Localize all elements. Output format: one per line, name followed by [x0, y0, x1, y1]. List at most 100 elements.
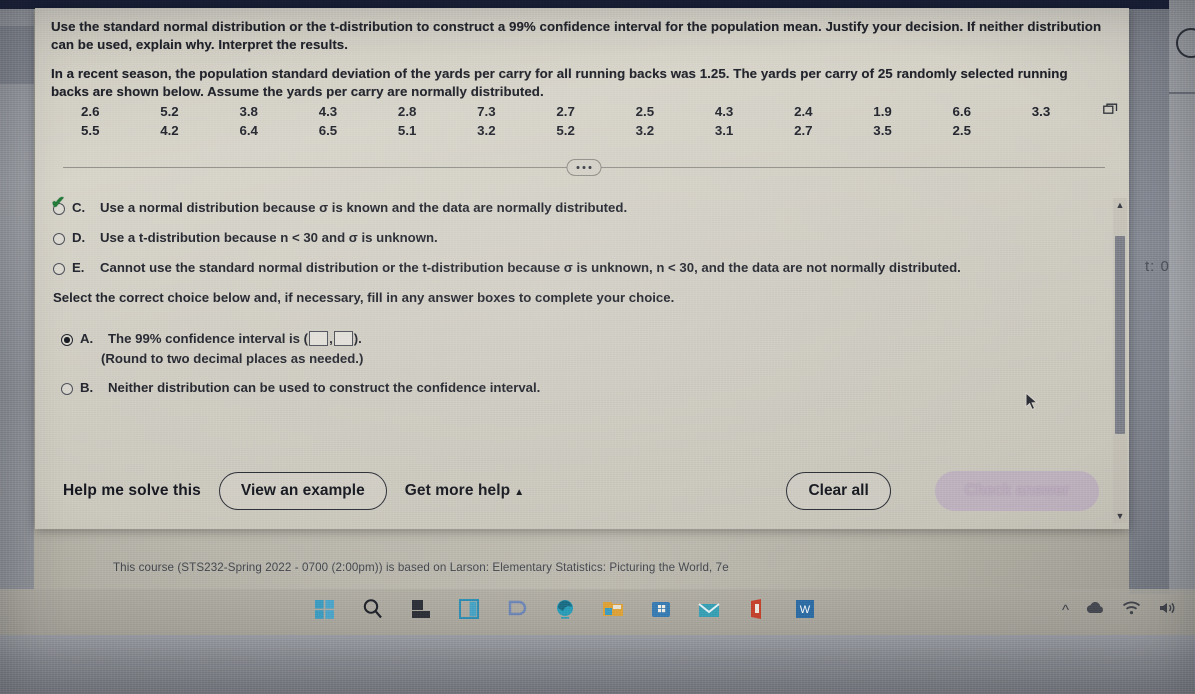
choice-option-b[interactable]: B. Neither distribution can be used to c…	[61, 380, 1113, 396]
question-prompt-line1: Use the standard normal distribution or …	[51, 19, 1102, 34]
ghost-status-text: t: 0	[1145, 258, 1170, 275]
data-cell: 5.2	[556, 123, 575, 138]
mail-icon[interactable]	[696, 596, 722, 622]
question-prompt: Use the standard normal distribution or …	[51, 18, 1119, 53]
choice-text: Cannot use the standard normal distribut…	[100, 260, 961, 275]
question-context: In a recent season, the population stand…	[51, 65, 1111, 100]
expand-ellipsis-button[interactable]	[566, 159, 602, 176]
data-cell: 5.2	[160, 104, 179, 119]
radio-button-e[interactable]	[53, 263, 65, 275]
choice-text-a: The 99% confidence interval is (,).	[108, 331, 362, 347]
data-cell: 3.2	[635, 123, 655, 138]
data-cell: 5.5	[81, 123, 100, 138]
data-cell: 7.3	[477, 104, 496, 119]
answer-box-upper[interactable]	[333, 331, 353, 346]
desktop-left-panel-shade	[0, 26, 34, 84]
task-view-icon[interactable]	[408, 596, 434, 622]
show-hidden-icons-chevron[interactable]: ^	[1062, 602, 1069, 619]
choice-option-c[interactable]: ✔ C. Use a normal distribution because σ…	[51, 194, 1113, 216]
mouse-cursor	[1025, 391, 1039, 412]
choice-letter: B.	[80, 380, 94, 395]
choice-text: Use a t-distribution because n < 30 and …	[100, 230, 438, 245]
scroll-down-arrow-icon[interactable]: ▼	[1115, 511, 1125, 521]
choice-option-e[interactable]: E. Cannot use the standard normal distri…	[53, 260, 1113, 276]
task-view-icon-svg	[412, 600, 430, 618]
volume-icon[interactable]	[1158, 601, 1177, 619]
interval-text-after: ).	[353, 331, 362, 346]
store-icon-svg	[652, 602, 670, 617]
wifi-icon-svg	[1122, 601, 1141, 615]
choice-option-d[interactable]: D. Use a t-distribution because n < 30 a…	[53, 230, 1113, 246]
data-cell: 3.5	[873, 123, 892, 138]
data-cell	[1030, 121, 1109, 140]
question-context-line2: backs are shown below. Assume the yards …	[51, 83, 544, 99]
data-cell: 4.3	[714, 104, 734, 119]
answer-box-lower[interactable]	[309, 331, 329, 346]
interval-text-before: The 99% confidence interval is (	[108, 331, 309, 346]
desktop-bottom-strip	[0, 635, 1195, 694]
desktop-left-panel	[0, 9, 34, 589]
check-answer-button[interactable]: Check answer	[934, 471, 1099, 511]
windows-start-icon[interactable]	[312, 596, 338, 622]
scrollbar-thumb[interactable]	[1115, 236, 1125, 434]
ellipsis-dot	[576, 166, 580, 169]
data-cell: 2.7	[794, 123, 813, 138]
desktop-right-panel	[1129, 9, 1169, 594]
windows-taskbar: W ^	[0, 589, 1195, 635]
office-icon[interactable]	[744, 596, 770, 622]
cursor-arrow-icon	[1025, 391, 1039, 411]
taskbar-icon-group: W	[312, 596, 818, 622]
desktop-far-right-strip	[1169, 0, 1195, 594]
get-more-help-button[interactable]: Get more help ▲	[405, 482, 525, 500]
help-me-solve-this-button[interactable]: Help me solve this	[63, 482, 201, 500]
data-cell: 6.5	[318, 123, 338, 138]
file-explorer-icon[interactable]	[600, 596, 626, 622]
radio-button-d[interactable]	[53, 233, 65, 245]
radio-button-a[interactable]	[61, 334, 73, 346]
mail-icon-svg	[698, 603, 720, 617]
rounding-note: (Round to two decimal places as needed.)	[101, 351, 364, 366]
choice-option-a[interactable]: A. The 99% confidence interval is (,).	[61, 331, 1113, 347]
window-vertical-scrollbar[interactable]: ▲ ▼	[1113, 198, 1127, 523]
microsoft-store-icon[interactable]	[648, 596, 674, 622]
choice-text: Use a normal distribution because σ is k…	[100, 200, 628, 215]
search-icon-svg	[363, 599, 382, 619]
ellipsis-dot	[588, 166, 592, 169]
yards-per-carry-data-table: 2.6 5.2 3.8 4.3 2.8 7.3 2.7 2.5 4.3 2.4 …	[79, 102, 1109, 140]
data-cell: 2.6	[81, 104, 100, 119]
file-explorer-icon-svg	[603, 602, 623, 616]
word-icon-svg: W	[796, 600, 814, 618]
interval-separator: ,	[329, 331, 333, 346]
choice-letter: E.	[72, 260, 85, 275]
question-prompt-line2: can be used, explain why. Interpret the …	[51, 36, 348, 52]
wifi-icon[interactable]	[1122, 601, 1141, 619]
choice-letter: D.	[72, 230, 86, 245]
distribution-choice-group: ✔ C. Use a normal distribution because σ…	[51, 194, 1113, 276]
data-cell: 2.8	[397, 104, 417, 119]
system-tray: ^	[1062, 601, 1177, 619]
copy-to-clipboard-icon[interactable]	[1103, 103, 1118, 116]
svg-text:W: W	[800, 604, 811, 616]
widgets-icon[interactable]	[456, 596, 482, 622]
onedrive-cloud-icon[interactable]	[1086, 601, 1105, 619]
chat-teams-icon[interactable]	[504, 596, 530, 622]
correct-check-icon: ✔	[51, 193, 66, 212]
action-button-bar: Help me solve this View an example Get m…	[63, 471, 1099, 511]
homework-question-window: Use the standard normal distribution or …	[35, 8, 1129, 529]
radio-button-b[interactable]	[61, 383, 73, 395]
section-divider	[63, 158, 1105, 178]
data-cell: 3.8	[239, 104, 258, 119]
widgets-icon-svg	[459, 599, 479, 619]
start-icon-svg	[315, 600, 334, 619]
edge-icon-svg	[557, 600, 573, 619]
search-icon[interactable]	[360, 596, 386, 622]
clear-all-button[interactable]: Clear all	[786, 472, 891, 510]
choice-text: Neither distribution can be used to cons…	[108, 380, 541, 395]
scroll-up-arrow-icon[interactable]: ▲	[1115, 200, 1125, 210]
word-icon[interactable]: W	[792, 596, 818, 622]
edge-browser-icon[interactable]	[552, 596, 578, 622]
view-an-example-button[interactable]: View an example	[218, 472, 387, 510]
right-divider	[1169, 92, 1195, 94]
volume-icon-svg	[1160, 602, 1175, 614]
data-cell: 2.4	[794, 104, 813, 119]
